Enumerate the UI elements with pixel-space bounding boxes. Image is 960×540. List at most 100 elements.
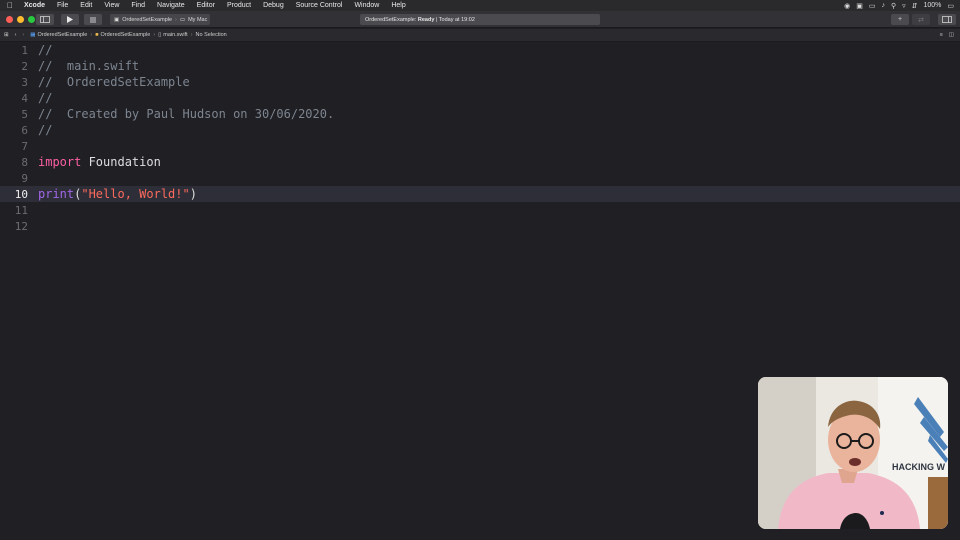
line-number: 5: [21, 107, 28, 121]
code-line[interactable]: 12: [0, 218, 960, 234]
toggle-navigator-button[interactable]: [36, 14, 54, 25]
search-icon[interactable]: ⚲: [891, 2, 896, 10]
code-comment: //: [38, 43, 53, 57]
adjust-editor-icon[interactable]: ≡: [940, 32, 943, 38]
wall-sign-text: HACKING W: [892, 462, 945, 472]
close-window-icon[interactable]: [6, 15, 13, 23]
zoom-window-icon[interactable]: [28, 15, 35, 23]
code-comment: // main.swift: [38, 59, 140, 73]
scheme-app-icon: ▣: [114, 16, 120, 23]
project-icon: ▦: [30, 32, 36, 38]
minimize-window-icon[interactable]: [17, 15, 24, 23]
activity-status: Ready: [417, 16, 435, 23]
code-line[interactable]: 5 // Created by Paul Hudson on 30/06/202…: [0, 106, 960, 122]
code-line[interactable]: 4 //: [0, 90, 960, 106]
scheme-selector[interactable]: ▣ OrderedSetExample › ▭ My Mac: [110, 14, 210, 25]
code-line[interactable]: 2 // main.swift: [0, 58, 960, 74]
breadcrumb-chevron-icon: ›: [190, 32, 193, 38]
swift-file-icon: ▯: [158, 32, 162, 38]
battery-icon[interactable]: ▭: [947, 2, 954, 10]
code-review-button[interactable]: ⇄: [912, 14, 930, 25]
menu-help[interactable]: Help: [391, 2, 411, 9]
line-number: 2: [21, 59, 28, 73]
breadcrumb-project[interactable]: ▦ OrderedSetExample: [30, 32, 87, 38]
activity-project: OrderedSetExample:: [365, 16, 417, 23]
code-line[interactable]: 6 //: [0, 122, 960, 138]
menu-source-control[interactable]: Source Control: [296, 2, 349, 9]
code-identifier: Foundation: [81, 155, 161, 169]
folder-icon: ■: [95, 32, 99, 38]
code-line[interactable]: 9: [0, 170, 960, 186]
line-number: 7: [21, 139, 28, 153]
jump-bar: ⊞ ‹ › ▦ OrderedSetExample › ■ OrderedSet…: [0, 29, 960, 42]
code-comment: // OrderedSetExample: [38, 75, 190, 89]
breadcrumb-selection[interactable]: No Selection: [196, 32, 227, 38]
menu-view[interactable]: View: [104, 2, 125, 9]
siri-icon[interactable]: ◉: [844, 2, 850, 10]
webcam-overlay: HACKING W: [758, 377, 948, 529]
code-line-current[interactable]: 10 print("Hello, World!"): [0, 186, 960, 202]
breadcrumb-chevron-icon: ›: [153, 32, 156, 38]
code-keyword: import: [38, 155, 82, 169]
line-number: 12: [14, 219, 28, 233]
line-number: 1: [21, 43, 28, 57]
related-items-icon[interactable]: ⊞: [4, 32, 9, 38]
breadcrumb-project-label: OrderedSetExample: [37, 32, 88, 38]
code-line[interactable]: 3 // OrderedSetExample: [0, 74, 960, 90]
line-number: 10: [14, 187, 28, 201]
screen-record-icon[interactable]: ▣: [856, 2, 863, 10]
toggle-inspector-button[interactable]: [938, 14, 956, 25]
line-number: 9: [21, 171, 28, 185]
play-icon: [67, 16, 73, 23]
menu-product[interactable]: Product: [227, 2, 257, 9]
xcode-toolbar: ▣ OrderedSetExample › ▭ My Mac OrderedSe…: [0, 11, 960, 28]
code-comment: //: [38, 123, 53, 137]
code-line[interactable]: 7: [0, 138, 960, 154]
wifi-icon[interactable]: ▿: [902, 2, 906, 10]
scheme-name: OrderedSetExample: [122, 16, 173, 23]
battery-percent: 100%: [923, 2, 942, 9]
activity-time: | Today at 19:02: [435, 16, 475, 23]
run-button[interactable]: [61, 14, 79, 25]
menu-find[interactable]: Find: [131, 2, 151, 9]
line-number: 8: [21, 155, 28, 169]
menu-edit[interactable]: Edit: [80, 2, 98, 9]
code-comment: // Created by Paul Hudson on 30/06/2020.: [38, 107, 335, 121]
menu-app-xcode[interactable]: Xcode: [24, 2, 51, 9]
menu-bar:  Xcode File Edit View Find Navigate Edi…: [0, 0, 960, 11]
airplay-icon[interactable]: ▭: [869, 2, 876, 10]
line-number: 6: [21, 123, 28, 137]
menu-debug[interactable]: Debug: [263, 2, 290, 9]
menu-window[interactable]: Window: [354, 2, 385, 9]
code-function: print: [38, 187, 75, 201]
library-button[interactable]: +: [891, 14, 909, 25]
forward-chevron-icon[interactable]: ›: [22, 32, 24, 38]
breadcrumb-group-label: OrderedSetExample: [100, 32, 151, 38]
line-number: 4: [21, 91, 28, 105]
sidebar-icon: [40, 16, 50, 23]
split-editor-icon[interactable]: ◫: [949, 32, 954, 38]
line-number: 11: [14, 203, 28, 217]
code-review-icon: ⇄: [918, 16, 924, 24]
code-line[interactable]: 1 //: [0, 42, 960, 58]
menu-editor[interactable]: Editor: [197, 2, 221, 9]
breadcrumb-file-label: main.swift: [163, 32, 188, 38]
plus-icon: +: [897, 16, 903, 23]
code-line[interactable]: 8 import Foundation: [0, 154, 960, 170]
breadcrumb-file[interactable]: ▯ main.swift: [158, 32, 187, 38]
volume-icon[interactable]: ♪: [881, 2, 885, 9]
control-center-icon[interactable]: ⇵: [912, 2, 918, 10]
back-chevron-icon[interactable]: ‹: [15, 32, 17, 38]
inspector-icon: [942, 16, 952, 23]
apple-menu-icon[interactable]: : [0, 1, 20, 10]
breadcrumb-group[interactable]: ■ OrderedSetExample: [95, 32, 150, 38]
mac-icon: ▭: [179, 16, 186, 23]
stop-button[interactable]: [84, 14, 102, 25]
scheme-separator-icon: ›: [175, 16, 177, 23]
status-area: ◉ ▣ ▭ ♪ ⚲ ▿ ⇵ 100% ▭: [844, 2, 960, 10]
code-string: "Hello, World!": [81, 187, 190, 201]
menu-navigate[interactable]: Navigate: [157, 2, 191, 9]
code-line[interactable]: 11: [0, 202, 960, 218]
code-paren: ): [189, 187, 197, 201]
menu-file[interactable]: File: [57, 2, 74, 9]
